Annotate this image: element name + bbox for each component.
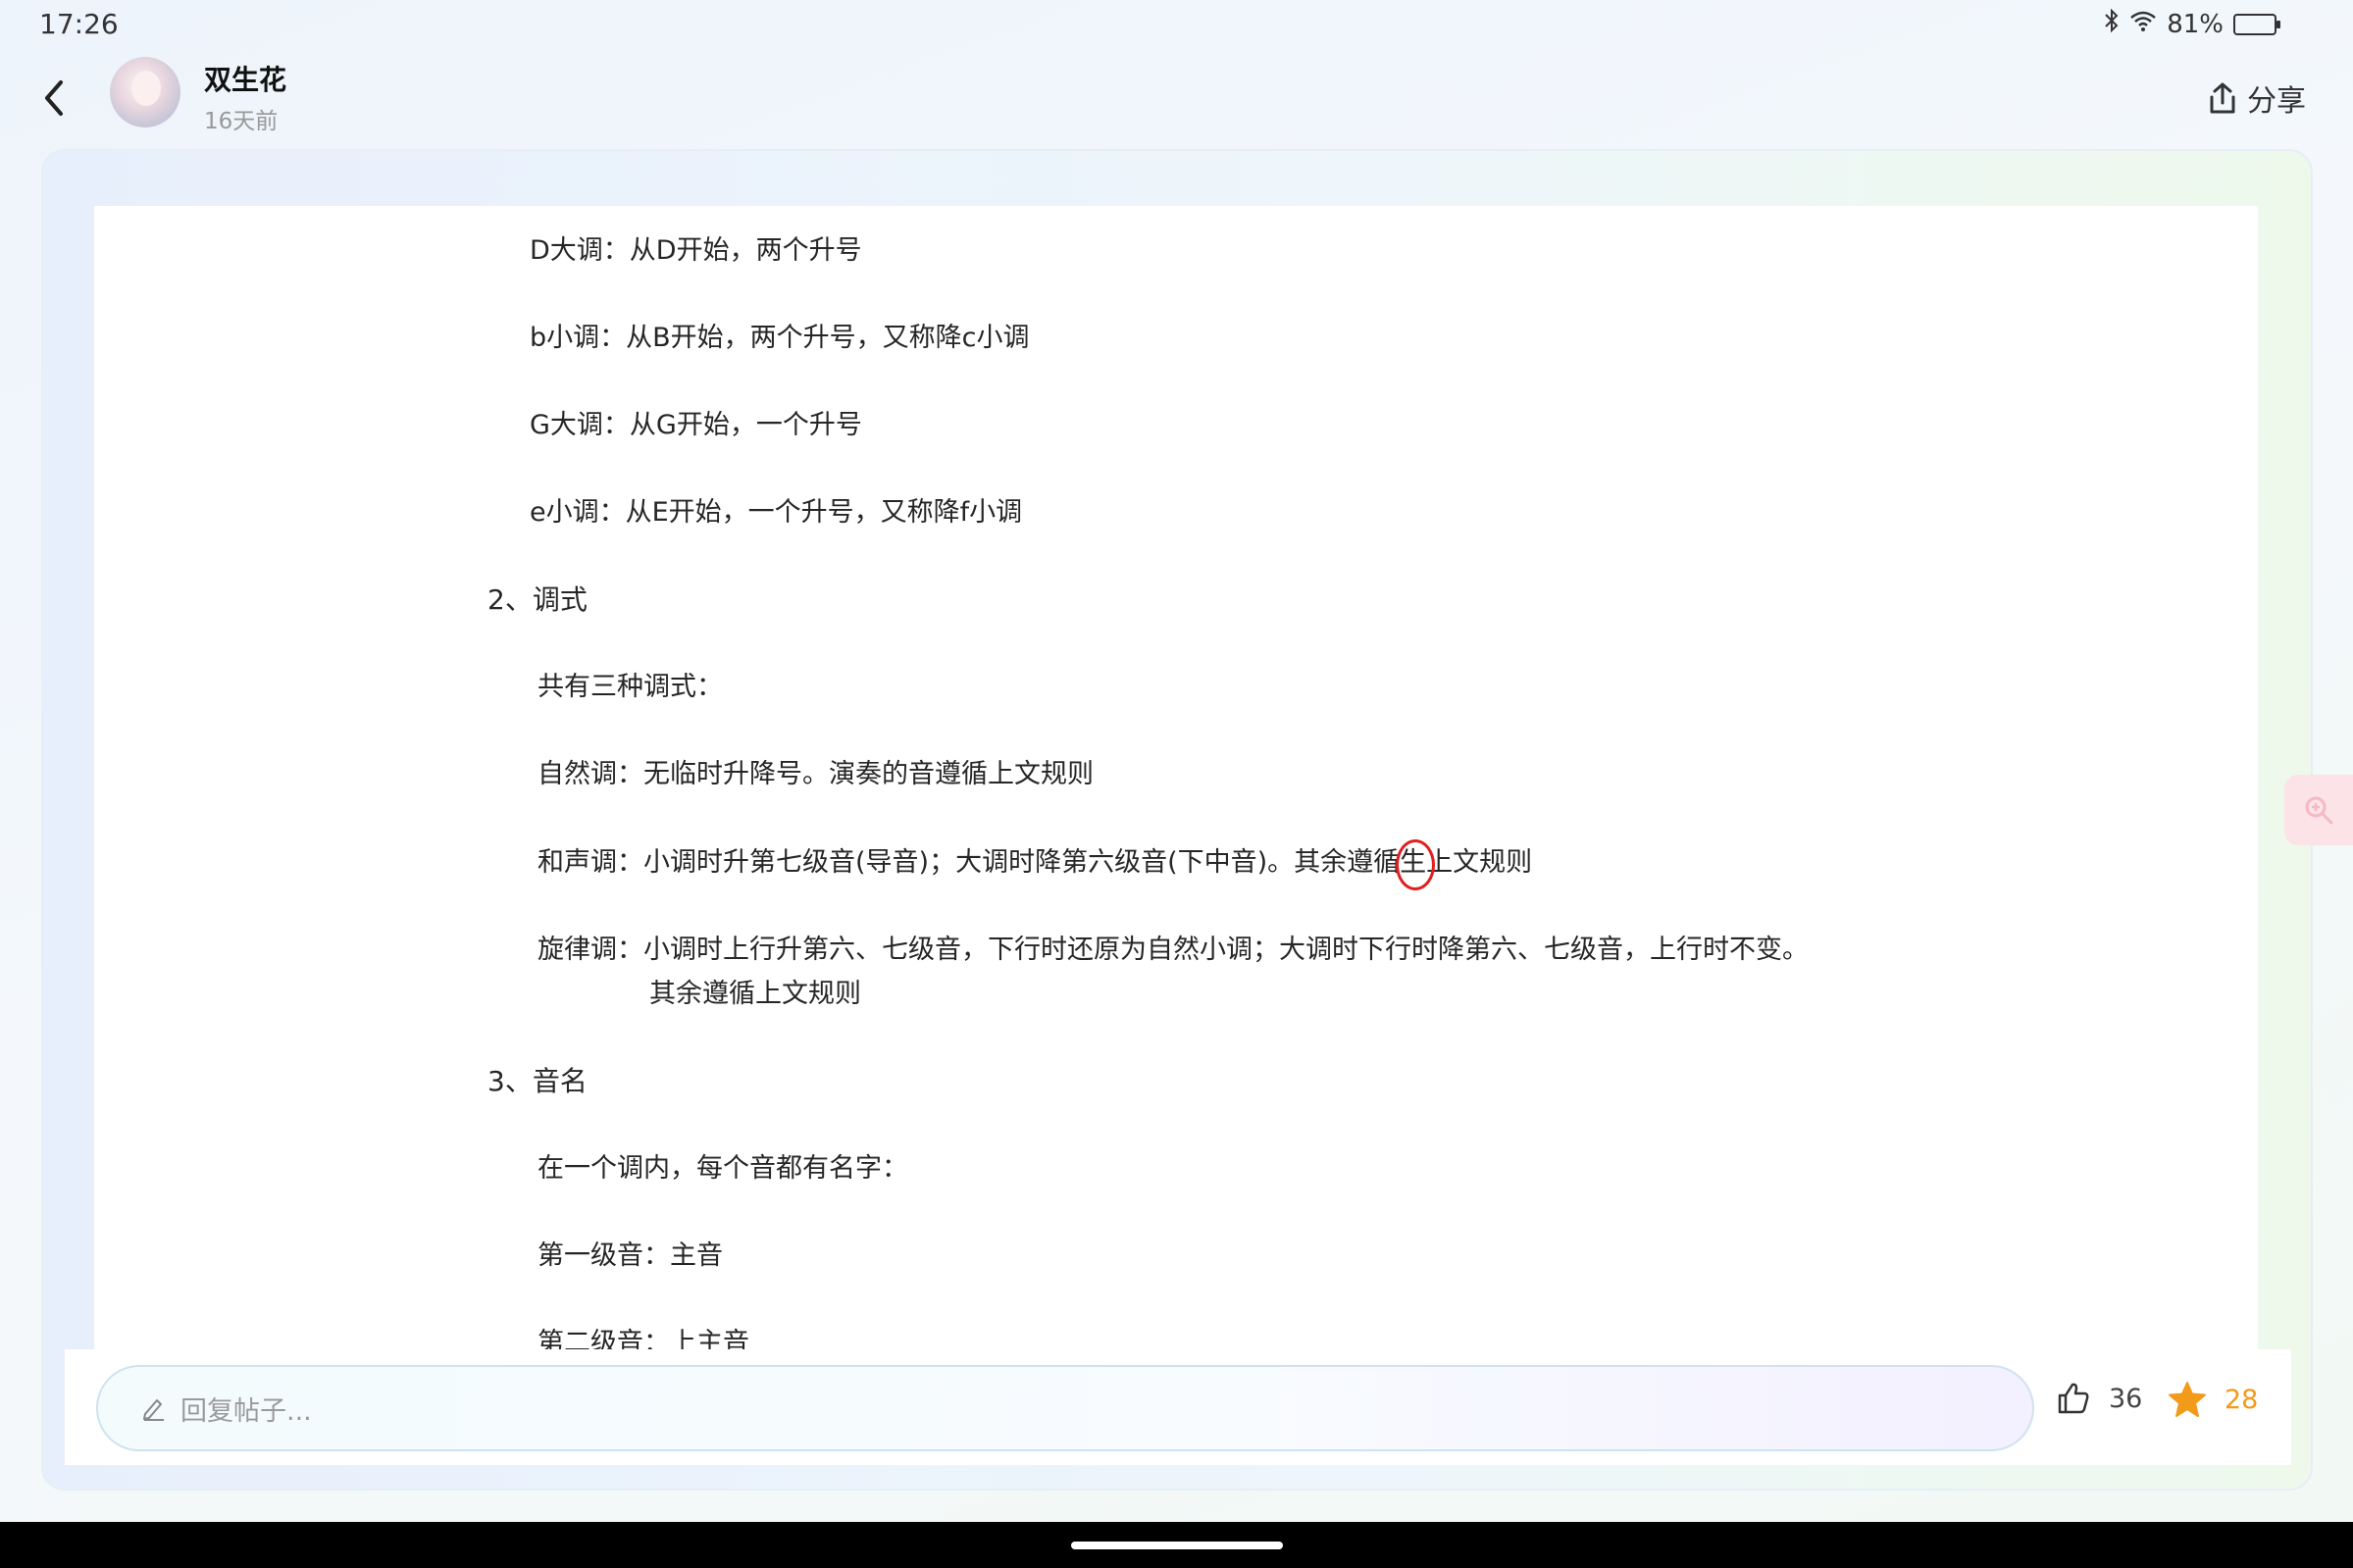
content-line: 自然调：无临时升降号。演奏的音遵循上文规则: [537, 759, 1094, 789]
content-line: e小调：从E开始，一个升号，又称降f小调: [530, 497, 1023, 528]
annotation-circle: 生: [1396, 838, 1436, 891]
user-name[interactable]: 双生花: [204, 59, 286, 98]
thumbs-up-icon: [2058, 1383, 2089, 1414]
star-count: 28: [2225, 1384, 2259, 1415]
zoom-button[interactable]: [2284, 775, 2353, 845]
reply-bar: 回复帖子... 36 28: [65, 1349, 2291, 1465]
share-label: 分享: [2247, 84, 2306, 119]
reply-placeholder: 回复帖子...: [180, 1395, 312, 1427]
content-line: 第二级音：上主音: [537, 1328, 749, 1349]
system-nav-bar: [0, 1522, 2353, 1568]
back-button[interactable]: [29, 71, 78, 126]
like-button[interactable]: 36: [2056, 1381, 2142, 1416]
share-icon: [2210, 82, 2235, 114]
battery-icon: [2233, 13, 2280, 35]
like-count: 36: [2109, 1383, 2143, 1414]
content-line: b小调：从B开始，两个升号，又称降c小调: [530, 323, 1030, 353]
avatar[interactable]: [110, 57, 180, 127]
home-indicator[interactable]: [1071, 1542, 1283, 1549]
post-header: 双生花 16天前 分享: [0, 51, 2353, 149]
wifi-icon: [2129, 9, 2157, 39]
pencil-icon: [143, 1399, 164, 1421]
status-icons: 81%: [2104, 8, 2280, 40]
post-time: 16天前: [204, 109, 279, 134]
status-time: 17:26: [39, 8, 119, 40]
battery-percent: 81%: [2167, 9, 2224, 39]
status-bar: 17:26 81%: [0, 0, 2353, 51]
favorite-button[interactable]: 28: [2168, 1381, 2258, 1418]
zoom-icon: [2305, 796, 2333, 825]
section-heading: 2、调式: [487, 583, 588, 616]
content-line: 在一个调内，每个音都有名字：: [537, 1153, 908, 1184]
content-line: D大调：从D开始，两个升号: [530, 235, 862, 266]
content-line: 和声调：小调时升第七级音(导音)；大调时降第六级音(下中音)。其余遵循生上文规则: [537, 838, 1532, 891]
star-icon: [2169, 1382, 2206, 1417]
content-line: 其余遵循上文规则: [649, 979, 861, 1009]
bluetooth-icon: [2104, 8, 2120, 40]
share-button[interactable]: 分享: [2208, 76, 2306, 120]
chevron-left-icon: [45, 80, 63, 116]
content-line: 共有三种调式：: [537, 672, 723, 702]
post-content[interactable]: D大调：从D开始，两个升号 b小调：从B开始，两个升号，又称降c小调 G大调：从…: [94, 206, 2258, 1349]
section-heading: 3、音名: [487, 1065, 588, 1097]
content-line: 第一级音：主音: [537, 1240, 723, 1271]
content-line: G大调：从G开始，一个升号: [530, 410, 862, 440]
content-line: 旋律调：小调时上行升第六、七级音，下行时还原为自然小调；大调时下行时降第六、七级…: [537, 935, 1809, 965]
reply-input[interactable]: 回复帖子...: [96, 1365, 2034, 1451]
